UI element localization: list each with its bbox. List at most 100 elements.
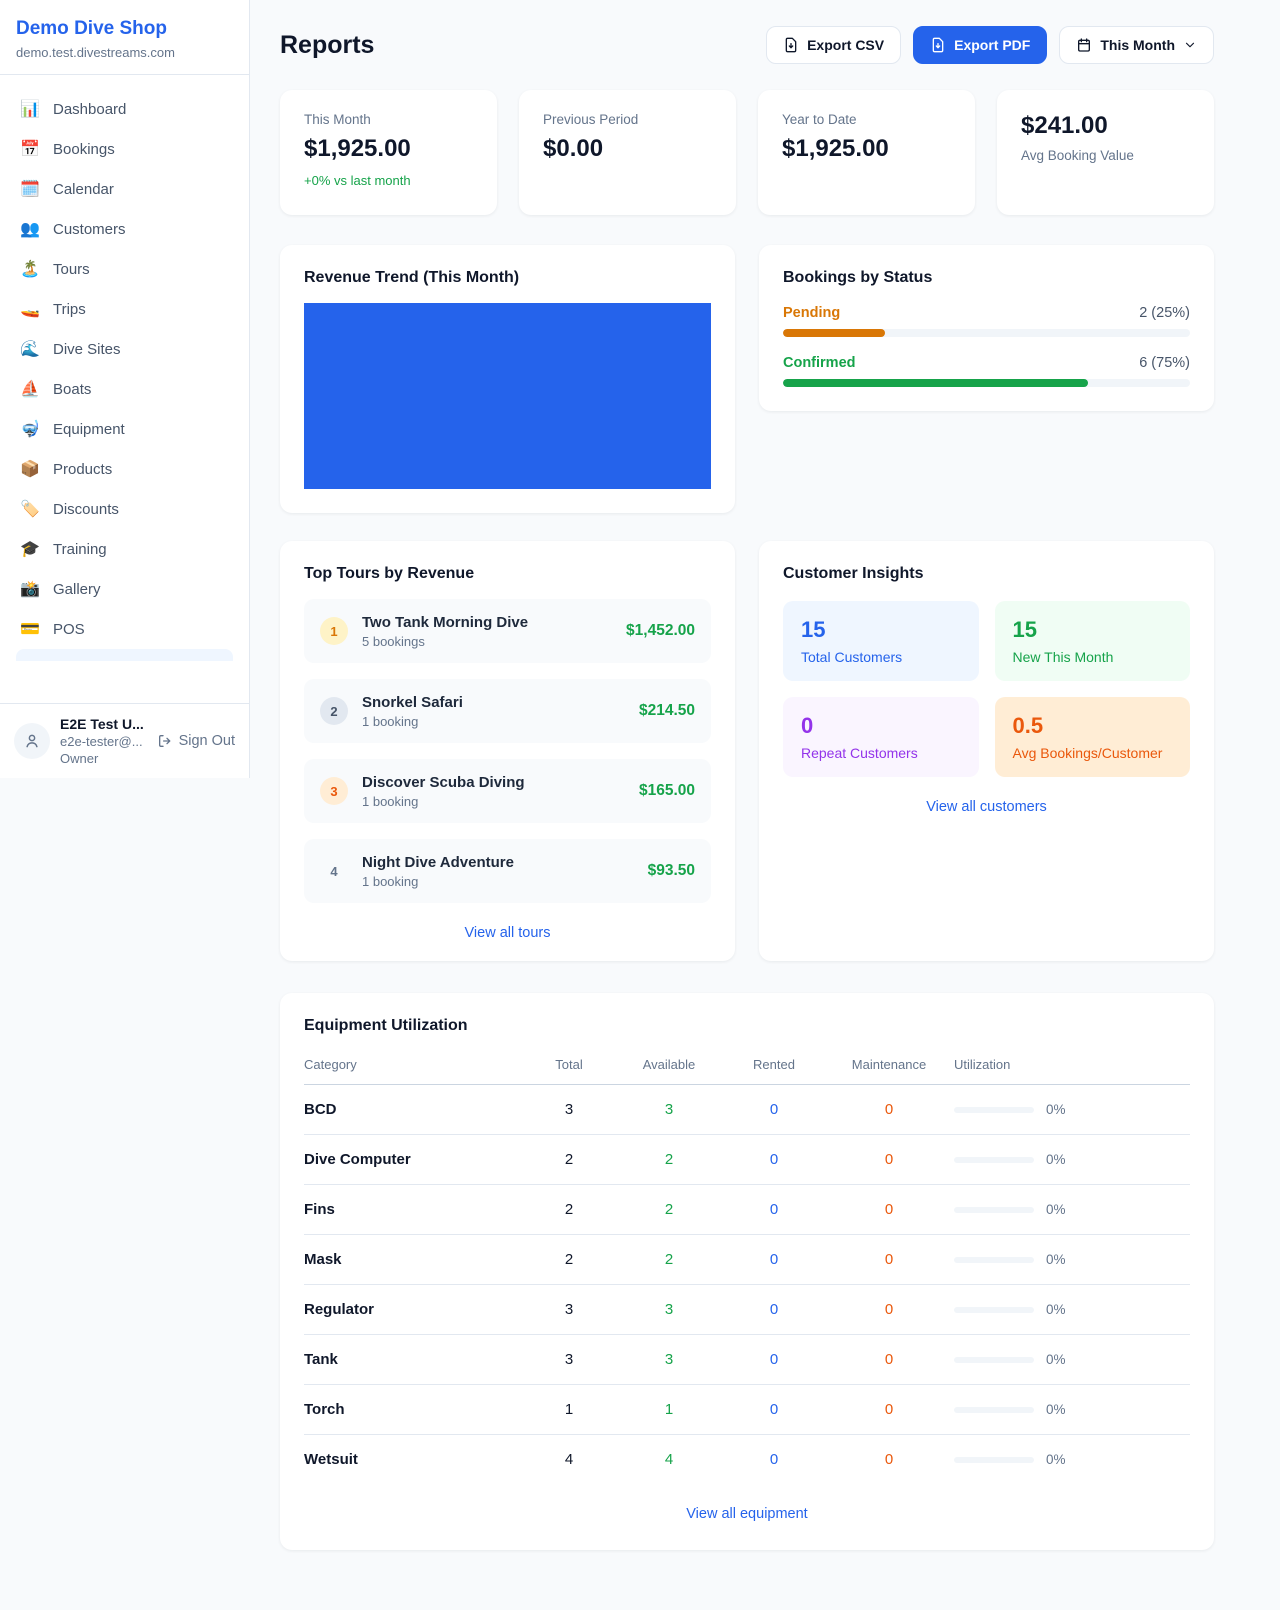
- sidebar-item-label: Customers: [53, 221, 126, 238]
- cell-utilization: 0%: [954, 1402, 1190, 1417]
- period-select[interactable]: This Month: [1059, 26, 1214, 64]
- sidebar-item-gallery[interactable]: 📸Gallery: [8, 569, 241, 609]
- sidebar-item-calendar[interactable]: 🗓️Calendar: [8, 169, 241, 209]
- cell-total: 2: [524, 1251, 614, 1268]
- utilization-track: [954, 1407, 1034, 1413]
- col-category: Category: [304, 1057, 524, 1072]
- main-content: Reports Export CSV Export PDF This Month…: [250, 0, 1280, 1590]
- sidebar-item-products[interactable]: 📦 Products: [8, 449, 241, 489]
- cell-category: Torch: [304, 1401, 524, 1418]
- sidebar-item-tours[interactable]: 🏝️Tours: [8, 249, 241, 289]
- cell-total: 3: [524, 1301, 614, 1318]
- sidebar-item-bookings[interactable]: 📅Bookings: [8, 129, 241, 169]
- shop-domain: demo.test.divestreams.com: [16, 45, 233, 60]
- view-all-customers-link[interactable]: View all customers: [783, 799, 1190, 815]
- equipment-utilization-title: Equipment Utilization: [304, 1017, 1190, 1035]
- sidebar-item-label: Dive Sites: [53, 341, 121, 358]
- cell-total: 3: [524, 1101, 614, 1118]
- cell-maintenance: 0: [824, 1251, 954, 1268]
- view-all-tours-link[interactable]: View all tours: [304, 925, 711, 941]
- rank-badge: 4: [320, 857, 348, 885]
- sidebar-item-reports-partial[interactable]: [16, 649, 233, 661]
- equipment-table: Category Total Available Rented Maintena…: [304, 1049, 1190, 1484]
- sidebar-item-discounts[interactable]: 🏷️Discounts: [8, 489, 241, 529]
- tour-bookings: 1 booking: [362, 714, 625, 729]
- col-utilization: Utilization: [954, 1057, 1190, 1072]
- training-icon: 🎓: [20, 539, 40, 559]
- tour-amount: $1,452.00: [626, 622, 695, 640]
- table-row: Torch 1 1 0 0 0%: [304, 1385, 1190, 1435]
- revenue-trend-title: Revenue Trend (This Month): [304, 269, 711, 287]
- sidebar-item-dive-sites[interactable]: 🌊 Dive Sites: [8, 329, 241, 369]
- cell-available: 1: [614, 1401, 724, 1418]
- stat-delta: +0% vs last month: [304, 173, 473, 188]
- cell-available: 2: [614, 1251, 724, 1268]
- tile-total-customers: 15 Total Customers: [783, 601, 979, 681]
- bookings-by-status-title: Bookings by Status: [783, 269, 1190, 287]
- sidebar-user-section: E2E Test U... e2e-tester@... Owner Sign …: [0, 703, 249, 778]
- view-all-equipment-link[interactable]: View all equipment: [304, 1506, 1190, 1522]
- utilization-track: [954, 1457, 1034, 1463]
- tour-amount: $93.50: [648, 862, 695, 880]
- tour-name: Discover Scuba Diving: [362, 774, 625, 791]
- utilization-track: [954, 1307, 1034, 1313]
- tile-value: 0.5: [1013, 713, 1173, 739]
- utilization-pct: 0%: [1046, 1102, 1066, 1117]
- utilization-track: [954, 1207, 1034, 1213]
- sidebar-item-training[interactable]: 🎓 Training: [8, 529, 241, 569]
- revenue-trend-card: Revenue Trend (This Month): [280, 245, 735, 513]
- status-row-pending: Pending 2 (25%): [783, 305, 1190, 337]
- sidebar-item-label: Products: [53, 461, 112, 478]
- cell-rented: 0: [724, 1401, 824, 1418]
- table-row: Tank 3 3 0 0 0%: [304, 1335, 1190, 1385]
- sign-out-button[interactable]: Sign Out: [157, 733, 235, 749]
- top-tours-card: Top Tours by Revenue 1 Two Tank Morning …: [280, 541, 735, 961]
- user-name: E2E Test U...: [60, 716, 147, 732]
- utilization-pct: 0%: [1046, 1452, 1066, 1467]
- table-row: Fins 2 2 0 0 0%: [304, 1185, 1190, 1235]
- avatar: [14, 723, 50, 759]
- cell-maintenance: 0: [824, 1201, 954, 1218]
- cell-total: 2: [524, 1201, 614, 1218]
- tile-value: 15: [801, 617, 961, 643]
- export-pdf-button[interactable]: Export PDF: [913, 26, 1047, 64]
- products-icon: 📦: [20, 459, 40, 479]
- sidebar-item-label: Boats: [53, 381, 91, 398]
- export-csv-button[interactable]: Export CSV: [766, 26, 901, 64]
- user-email: e2e-tester@...: [60, 734, 147, 749]
- cell-rented: 0: [724, 1301, 824, 1318]
- dive-sites-icon: 🌊: [20, 339, 40, 359]
- cell-maintenance: 0: [824, 1151, 954, 1168]
- dashboard-icon: 📊: [20, 99, 40, 119]
- cell-maintenance: 0: [824, 1301, 954, 1318]
- cell-maintenance: 0: [824, 1351, 954, 1368]
- sidebar-item-boats[interactable]: ⛵Boats: [8, 369, 241, 409]
- cell-rented: 0: [724, 1251, 824, 1268]
- cell-utilization: 0%: [954, 1102, 1190, 1117]
- table-row: BCD 3 3 0 0 0%: [304, 1085, 1190, 1135]
- tile-label: Total Customers: [801, 649, 961, 665]
- utilization-pct: 0%: [1046, 1402, 1066, 1417]
- sidebar-item-equipment[interactable]: 🤿Equipment: [8, 409, 241, 449]
- tour-row: 2 Snorkel Safari1 booking $214.50: [304, 679, 711, 743]
- table-row: Dive Computer 2 2 0 0 0%: [304, 1135, 1190, 1185]
- customer-insights-card: Customer Insights 15 Total Customers 15 …: [759, 541, 1214, 961]
- sidebar-item-pos[interactable]: 💳POS: [8, 609, 241, 649]
- cell-category: Regulator: [304, 1301, 524, 1318]
- insights-row: Top Tours by Revenue 1 Two Tank Morning …: [280, 541, 1214, 961]
- sidebar-item-label: Training: [53, 541, 107, 558]
- trips-icon: 🚤: [20, 299, 40, 319]
- stat-card-this-month: This Month $1,925.00 +0% vs last month: [280, 90, 497, 215]
- status-count: 6 (75%): [1139, 355, 1190, 371]
- sidebar-item-customers[interactable]: 👥Customers: [8, 209, 241, 249]
- brand-block: Demo Dive Shop demo.test.divestreams.com: [0, 0, 249, 75]
- sidebar-item-trips[interactable]: 🚤 Trips: [8, 289, 241, 329]
- sidebar-item-dashboard[interactable]: 📊Dashboard: [8, 89, 241, 129]
- sidebar-item-label: Trips: [53, 301, 86, 318]
- table-row: Wetsuit 4 4 0 0 0%: [304, 1435, 1190, 1484]
- cell-category: Mask: [304, 1251, 524, 1268]
- cell-utilization: 0%: [954, 1452, 1190, 1467]
- tour-name: Night Dive Adventure: [362, 854, 634, 871]
- tile-new-this-month: 15 New This Month: [995, 601, 1191, 681]
- cell-available: 3: [614, 1301, 724, 1318]
